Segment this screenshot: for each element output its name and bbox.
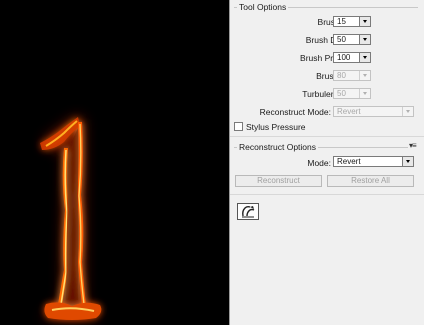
- chevron-down-icon[interactable]: [359, 35, 370, 44]
- restore-all-button[interactable]: Restore All: [327, 175, 414, 187]
- reconstruct-mode-value: Revert: [337, 107, 361, 116]
- brush-pressure-combo[interactable]: 100: [333, 52, 371, 63]
- chevron-down-icon[interactable]: [402, 157, 413, 166]
- chevron-down-icon[interactable]: [359, 89, 370, 98]
- brush-size-combo[interactable]: 15: [333, 16, 371, 27]
- reconstruct-options-title: Reconstruct Options: [237, 142, 319, 152]
- section-separator: [230, 136, 424, 137]
- brush-density-value: 50: [337, 35, 346, 44]
- canvas-preview[interactable]: [0, 0, 229, 325]
- mode-value: Revert: [337, 157, 361, 166]
- tool-preset-icon: [242, 205, 255, 218]
- options-panel: Tool Options Brush Size: 15 Brush Densit…: [230, 0, 424, 325]
- brush-density-combo[interactable]: 50: [333, 34, 371, 45]
- chevron-down-icon[interactable]: [402, 107, 413, 116]
- brush-size-value: 15: [337, 17, 346, 26]
- tool-options-title: Tool Options: [237, 2, 289, 12]
- flame-digit-image: [40, 116, 102, 320]
- stylus-pressure-label: Stylus Pressure: [246, 122, 306, 132]
- reconstruct-button[interactable]: Reconstruct: [235, 175, 322, 187]
- tool-preset-button[interactable]: [237, 203, 259, 220]
- reconstruct-mode-combo[interactable]: Revert: [333, 106, 414, 117]
- section-separator-2: [230, 194, 424, 195]
- mode-combo[interactable]: Revert: [333, 156, 414, 167]
- turbulent-jitter-combo[interactable]: 50: [333, 88, 371, 99]
- brush-pressure-value: 100: [337, 53, 351, 62]
- mode-label: Mode:: [307, 158, 331, 168]
- reconstruct-mode-label: Reconstruct Mode:: [259, 107, 331, 117]
- stylus-pressure-checkbox[interactable]: [234, 122, 243, 131]
- chevron-down-icon[interactable]: [359, 53, 370, 62]
- brush-rate-combo[interactable]: 80: [333, 70, 371, 81]
- chevron-down-icon[interactable]: [359, 17, 370, 26]
- turbulent-jitter-value: 50: [337, 89, 346, 98]
- panel-menu-icon[interactable]: ▾≡: [408, 141, 417, 150]
- brush-rate-value: 80: [337, 71, 346, 80]
- chevron-down-icon[interactable]: [359, 71, 370, 80]
